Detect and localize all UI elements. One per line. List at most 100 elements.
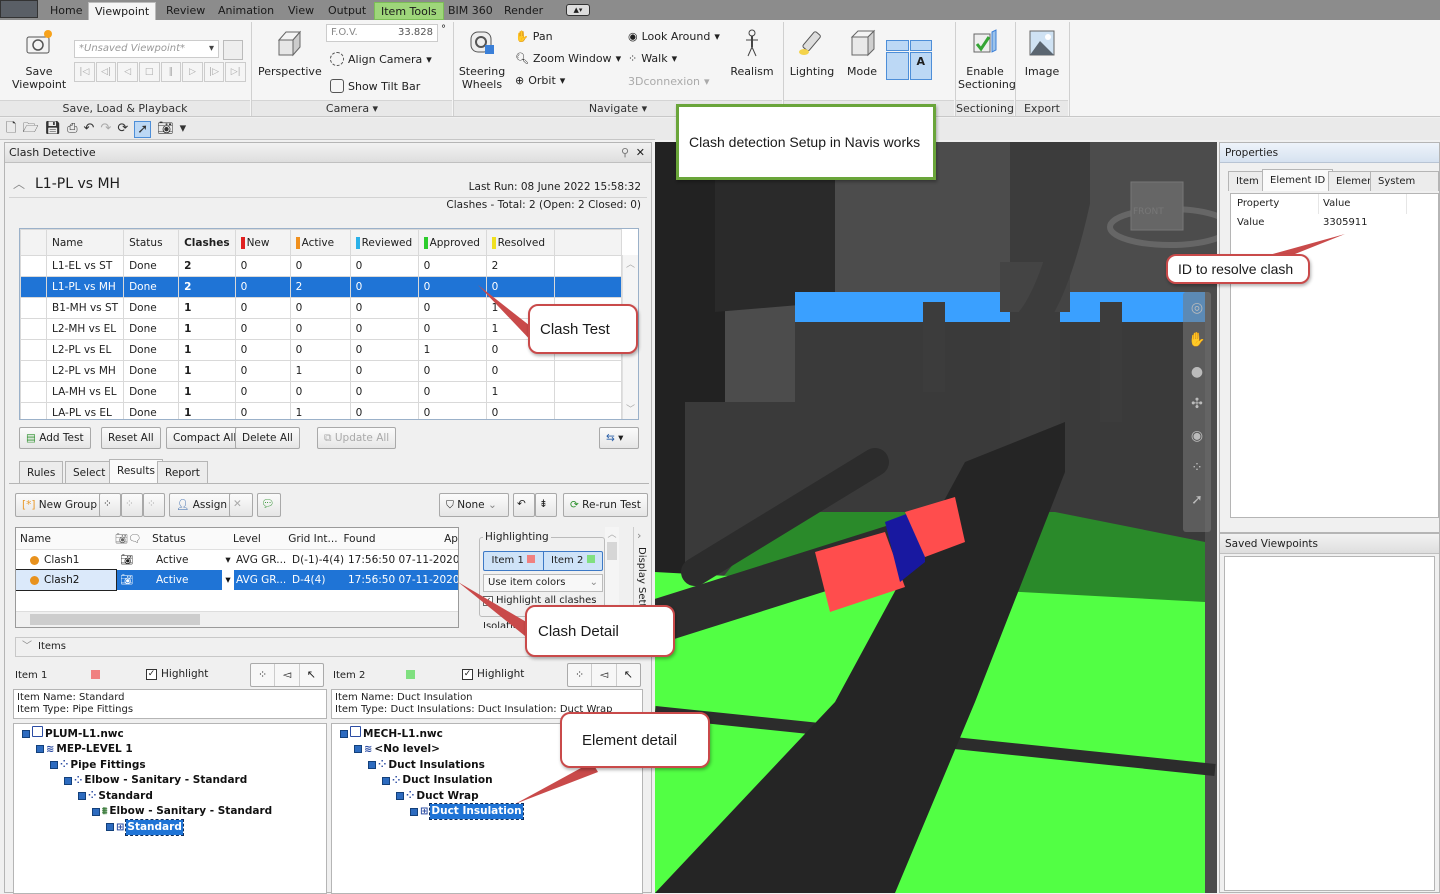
mode-button[interactable]: Mode [842,28,882,78]
points-toggle-icon[interactable] [886,51,909,80]
column-header-active[interactable]: Active [289,229,351,256]
import-export-tests-button[interactable]: ⇆ ▾ [599,427,639,449]
column-header-clashes[interactable]: Clashes [178,229,236,256]
open-file-icon[interactable]: 🗁 [22,121,38,138]
clash-result-row[interactable]: Clash2 📷︎ Active ▾ AVG GR... D-4(4) 17:56:50 0… [16,569,458,591]
new-group-button[interactable]: [*] New Group [15,493,105,517]
select-cursor-icon[interactable]: ➚ [1183,484,1211,516]
customize-toolbar-icon[interactable]: ▾ [180,121,187,138]
tree-node[interactable]: PLUM-L1.nwc [22,726,326,742]
results-column-found[interactable]: Found [344,528,445,549]
tab-report[interactable]: Report [157,461,208,483]
tree-node[interactable]: ⁘ Duct Wrap [340,788,642,804]
viewpoint-camera-icon[interactable]: 📷︎ [116,550,154,570]
edit-viewpoint-icon[interactable] [223,40,243,60]
clash-test-row[interactable]: L1-PL vs MH Done 2 0 2 0 0 0 [20,276,623,298]
highlight-item2-toggle[interactable]: Item 2 [544,552,603,570]
compact-all-button[interactable]: Compact All [166,427,244,449]
delete-all-button[interactable]: Delete All [235,427,300,449]
text-toggle[interactable]: A [909,51,932,80]
tab-view[interactable]: View [282,2,320,20]
column-header-value[interactable]: Value [1319,194,1407,214]
results-column-status[interactable]: Status [152,528,233,549]
status-dropdown-icon[interactable]: ▾ [222,550,234,570]
zoom-window-button[interactable]: 🔍︎ Zoom Window ▾ [515,52,621,65]
status-dropdown-icon[interactable]: ▾ [222,570,234,590]
step-forward-icon[interactable]: |▷ [203,62,225,82]
save-icon[interactable]: 💾︎ [45,121,62,138]
group-label-camera[interactable]: Camera ▾ [252,100,452,116]
tab-home[interactable]: Home [44,2,88,20]
collapse-icon[interactable] [382,776,390,785]
fov-field[interactable]: F.O.V. 33.828 [326,24,438,42]
close-icon[interactable]: ✕ [636,143,645,163]
walk-icon[interactable]: ⁘ [1183,452,1211,484]
last-frame-icon[interactable]: ▷| [225,62,246,82]
tree-node[interactable]: ⁘ Elbow - Sanitary - Standard [22,773,326,789]
results-column-level[interactable]: Level [233,528,288,549]
ribbon-minimize-icon[interactable]: ▲▾ [566,4,590,16]
tab-select[interactable]: Select [65,461,114,483]
reset-all-button[interactable]: Reset All [101,427,161,449]
orbit-button[interactable]: ⊕ Orbit ▾ [515,74,565,87]
camera-icon[interactable]: 📷︎ [157,121,174,138]
rerun-test-button[interactable]: ⟳ Re-run Test [563,493,648,517]
tab-bim360[interactable]: BIM 360 [442,2,499,20]
new-file-icon[interactable]: 🗋 [6,121,16,138]
highlight-item1-toggle[interactable]: Item 1 [484,552,544,570]
pan-hand-icon[interactable]: ✋ [1183,324,1211,356]
3d-viewport[interactable]: FRONT ◎ ✋ ● ✣ ◉ ⁘ ➚ [655,142,1217,893]
tab-render[interactable]: Render [498,2,549,20]
select-cursor-icon[interactable]: ↖ [300,664,323,686]
tree-node[interactable]: ⁘ Standard [22,788,326,804]
refresh-icon[interactable]: ⟳ [117,121,128,138]
saved-viewpoints-list[interactable] [1224,556,1435,891]
application-menu-button[interactable] [0,0,38,18]
3dconnexion-button[interactable]: 3Dconnexion ▾ [628,75,710,88]
align-camera-button[interactable]: Align Camera ▾ [330,52,432,66]
unassign-button[interactable]: ✕ [229,493,253,517]
look-around-button[interactable]: ◉ Look Around ▾ [628,30,720,43]
update-all-button[interactable]: ⧉ Update All [317,427,397,449]
tab-viewpoint[interactable]: Viewpoint [88,2,157,20]
walk-button[interactable]: ⁘ Walk ▾ [628,52,677,65]
reverse-play-icon[interactable]: ◁ [117,62,138,82]
tree-node[interactable]: ⊞ Standard [22,819,326,836]
display-settings-side-tab[interactable]: › Display Settings [633,527,649,628]
select-item-icon[interactable]: ⁘ [251,664,276,686]
clash-result-row[interactable]: Clash1 📷︎ Active ▾ AVG GR... D(-1)-4(4) 17:56:… [16,550,458,570]
tree-node[interactable]: ⊞ Duct Insulation [340,803,642,821]
tree-node[interactable]: ⩩ Elbow - Sanitary - Standard [22,804,326,820]
show-tilt-bar-button[interactable]: Show Tilt Bar [330,79,420,93]
undo-icon[interactable]: ↶ [84,121,95,138]
results-column-viewpoint[interactable]: 📷︎🗨 [115,528,152,549]
results-column-name[interactable]: Name [16,528,115,549]
stop-icon[interactable]: □ [138,62,160,82]
pin-icon[interactable]: ⚲ [621,143,629,163]
steering-wheel-icon[interactable]: ◎ [1183,292,1211,324]
tab-output[interactable]: Output [322,2,372,20]
add-test-button[interactable]: ▤ Add Test [19,427,91,449]
add-to-group-button[interactable]: ⁘ [121,493,143,517]
property-row[interactable]: Value 3305911 [1231,214,1438,232]
tab-rules[interactable]: Rules [19,461,64,483]
return-item-icon[interactable]: ◅ [275,664,300,686]
redo-icon[interactable]: ↷ [100,121,111,138]
scrollbar-thumb[interactable] [30,614,200,625]
clash-test-row[interactable]: L2-PL vs MH Done 1 0 1 0 0 0 [20,360,623,382]
select-cursor-icon[interactable]: ➚ [134,121,152,138]
column-header-new[interactable]: New [234,229,291,256]
assign-button[interactable]: 👤︎ Assign [169,493,235,517]
collapse-chevron-icon[interactable]: ︿ [13,175,25,192]
return-item-icon[interactable]: ◅ [592,664,617,686]
orbit-icon[interactable]: ✣ [1183,388,1211,420]
tab-results[interactable]: Results [109,459,163,483]
tree-node[interactable]: ⁘ Pipe Fittings [22,757,326,773]
column-header-approved[interactable]: Approved [417,229,487,256]
perspective-button[interactable]: Perspective [258,28,322,78]
select-cursor-icon[interactable]: ↖ [617,664,640,686]
tree-node[interactable]: ≋ MEP-LEVEL 1 [22,742,326,758]
collapse-icon[interactable] [50,760,58,769]
column-header-name[interactable]: Name [45,229,125,256]
print-icon[interactable]: ⎙ [67,121,77,138]
